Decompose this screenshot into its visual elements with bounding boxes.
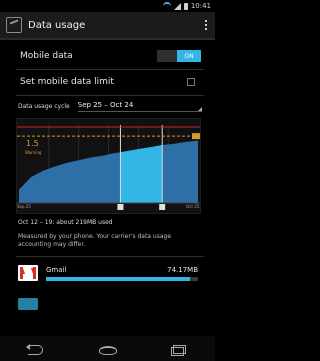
usage-cycle-label: Data usage cycle: [18, 102, 70, 110]
data-limit-row[interactable]: Set mobile data limit: [0, 70, 215, 94]
usage-summary: Oct 12 – 19: about 219MB used: [18, 219, 113, 226]
app-info: Gmail 74.17MB: [46, 266, 198, 281]
mobile-data-toggle[interactable]: ON: [157, 50, 201, 62]
data-usage-icon[interactable]: [6, 17, 22, 33]
data-limit-label: Set mobile data limit: [20, 77, 114, 87]
wifi-icon: [162, 2, 171, 10]
app-usage-fill: [46, 276, 191, 281]
mobile-data-label: Mobile data: [20, 51, 73, 61]
divider: [16, 95, 204, 96]
toggle-on-label: ON: [177, 50, 201, 62]
usage-chart-svg: [17, 125, 200, 210]
x-axis-start-label: Sep 25: [17, 204, 31, 209]
warning-label: Warning: [25, 150, 42, 155]
usage-chart[interactable]: 1.5 Warning: [16, 118, 201, 214]
battery-icon: [183, 2, 188, 10]
status-time: 10:41: [190, 2, 211, 10]
usage-cycle-row: Data usage cycle Sep 25 – Oct 24: [18, 99, 203, 113]
mobile-data-row[interactable]: Mobile data ON: [0, 44, 215, 68]
warning-value: 1.5: [26, 139, 39, 148]
x-axis-end-label: Oct 25: [186, 204, 200, 209]
app-name: Gmail: [46, 265, 67, 274]
app-usage-value: 74.17MB: [167, 265, 198, 274]
recents-icon[interactable]: [168, 344, 190, 356]
app-usage-row-partial[interactable]: [18, 292, 198, 316]
signal-icon: [173, 2, 181, 10]
home-icon[interactable]: [96, 344, 118, 355]
range-handle: [159, 204, 166, 210]
data-limit-checkbox[interactable]: [187, 78, 195, 86]
back-icon[interactable]: [25, 343, 47, 355]
app-icon: [18, 298, 38, 310]
divider: [16, 256, 204, 257]
gmail-icon: [18, 265, 38, 281]
overflow-menu-icon[interactable]: [197, 20, 215, 30]
status-bar: 10:41: [0, 0, 215, 12]
app-usage-bar: [46, 276, 198, 281]
action-bar: Data usage: [0, 12, 215, 40]
page-title: Data usage: [28, 19, 86, 31]
usage-cycle-dropdown[interactable]: Sep 25 – Oct 24: [77, 101, 203, 112]
app-usage-row[interactable]: Gmail 74.17MB: [18, 260, 198, 286]
range-handle: [117, 204, 124, 210]
navigation-bar: [0, 336, 215, 361]
warning-handle: [192, 133, 200, 140]
carrier-note: Measured by your phone. Your carrier's d…: [18, 233, 172, 248]
